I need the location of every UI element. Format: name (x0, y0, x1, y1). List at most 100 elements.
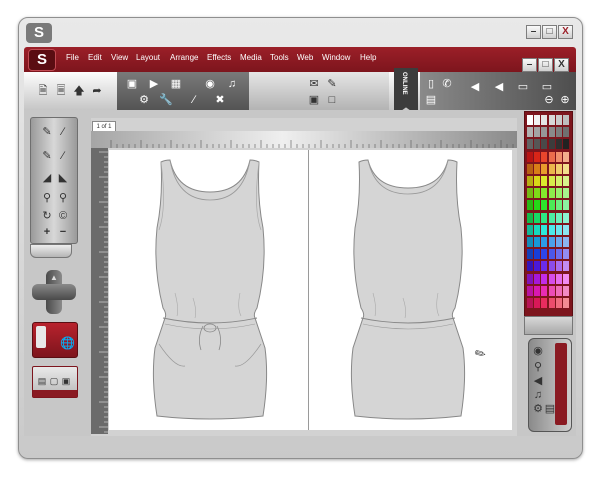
online-ribbon[interactable]: ONLINE (394, 68, 418, 116)
color-swatch[interactable] (541, 237, 548, 247)
color-swatch[interactable] (563, 115, 569, 125)
color-swatch[interactable] (541, 249, 548, 260)
color-swatch[interactable] (563, 249, 569, 260)
volume-high-icon[interactable]: ◀ (492, 81, 506, 93)
mobile-icon[interactable]: ▯ (424, 78, 438, 90)
color-swatch[interactable] (527, 261, 533, 272)
color-swatch[interactable] (563, 151, 569, 162)
menu-media[interactable]: Media (240, 53, 262, 62)
upload-icon[interactable]: 🡅 (72, 85, 86, 97)
mail-icon[interactable]: ✉ (307, 78, 321, 90)
menu-file[interactable]: File (66, 53, 79, 62)
color-swatch[interactable] (527, 188, 533, 199)
color-swatch[interactable] (541, 127, 548, 138)
navigation-pad[interactable]: ▲ (32, 270, 76, 314)
color-swatch[interactable] (563, 224, 569, 235)
window-icon[interactable]: ▤ (424, 94, 438, 106)
color-swatch[interactable] (541, 273, 548, 284)
volume-low-icon[interactable]: ◀ (468, 81, 482, 93)
play-icon[interactable]: ▶ (147, 78, 161, 90)
image-icon[interactable]: ▦ (169, 78, 183, 90)
camera-icon[interactable]: ◉ (531, 345, 545, 357)
color-swatch[interactable] (563, 261, 569, 272)
color-swatch[interactable] (555, 273, 562, 284)
color-swatch[interactable] (563, 188, 569, 199)
edit-icon[interactable]: ✎ (325, 78, 339, 90)
rotate-icon[interactable]: ↻ (40, 210, 54, 222)
color-swatch[interactable] (563, 200, 569, 211)
window-close-button[interactable]: X (558, 25, 573, 39)
color-swatch[interactable] (534, 188, 541, 199)
menu-help[interactable]: Help (360, 53, 376, 62)
color-swatch[interactable] (541, 200, 548, 211)
eraser-icon[interactable]: ∕ (56, 150, 70, 162)
color-swatch[interactable] (541, 212, 548, 223)
settings-icon[interactable]: ⚙ (137, 94, 151, 106)
tools-icon[interactable]: ✖ (213, 94, 227, 106)
wrench-icon[interactable]: 🔧 (159, 94, 173, 106)
color-swatch[interactable] (548, 273, 555, 284)
menu-effects[interactable]: Effects (207, 53, 231, 62)
color-swatch[interactable] (555, 115, 562, 125)
film-icon[interactable] (555, 343, 567, 425)
color-swatch[interactable] (541, 188, 548, 199)
color-swatch[interactable] (541, 115, 548, 125)
music-note-icon[interactable]: ♫ (531, 389, 545, 401)
lock-icon[interactable]: ▣ (307, 94, 321, 106)
left-ruler[interactable] (91, 148, 108, 434)
color-swatch[interactable] (534, 273, 541, 284)
color-swatch[interactable] (534, 115, 541, 125)
microphone-icon[interactable]: ⚲ (531, 361, 545, 373)
menubar-maximize-button[interactable]: □ (538, 58, 553, 72)
speaker-icon[interactable]: ◀ (531, 375, 545, 387)
color-swatch[interactable] (527, 273, 533, 284)
color-swatch[interactable] (527, 139, 533, 150)
color-swatch[interactable] (548, 115, 555, 125)
monitor-icon[interactable]: ▣ (125, 78, 139, 90)
window-maximize-button[interactable]: □ (542, 25, 557, 39)
media-widget[interactable]: ▤ ▢ ▣ (32, 366, 78, 398)
color-swatch[interactable] (527, 163, 533, 174)
color-swatch[interactable] (563, 176, 569, 186)
open-document-icon[interactable]: 🗏 (54, 85, 68, 97)
color-swatch[interactable] (548, 237, 555, 247)
color-swatch[interactable] (563, 139, 569, 150)
pencil-icon[interactable]: ✎ (40, 150, 54, 162)
color-swatch[interactable] (534, 163, 541, 174)
top-ruler[interactable] (91, 131, 517, 148)
color-swatch[interactable] (527, 224, 533, 235)
unlock-icon[interactable]: □ (325, 94, 339, 106)
color-swatch[interactable] (555, 163, 562, 174)
color-swatch[interactable] (534, 261, 541, 272)
color-swatch[interactable] (527, 200, 533, 211)
color-swatch[interactable] (555, 200, 562, 211)
menubar-minimize-button[interactable]: – (522, 58, 537, 72)
zoom-out-icon[interactable]: ⊖ (542, 94, 556, 106)
music-icon[interactable]: ♫ (225, 78, 239, 90)
color-swatch[interactable] (534, 237, 541, 247)
color-swatch[interactable] (548, 285, 555, 296)
color-swatch[interactable] (534, 151, 541, 162)
color-swatch[interactable] (555, 127, 562, 138)
color-swatch[interactable] (534, 224, 541, 235)
color-swatch[interactable] (534, 298, 541, 308)
color-swatch[interactable] (548, 249, 555, 260)
color-swatch[interactable] (548, 188, 555, 199)
color-swatch[interactable] (548, 139, 555, 150)
phone-icon[interactable]: ✆ (440, 78, 454, 90)
color-swatch[interactable] (527, 212, 533, 223)
menu-window[interactable]: Window (322, 53, 350, 62)
color-swatch[interactable] (563, 273, 569, 284)
color-swatch[interactable] (527, 127, 533, 138)
color-swatch[interactable] (563, 127, 569, 138)
color-swatch[interactable] (555, 261, 562, 272)
color-swatch[interactable] (541, 163, 548, 174)
screen-icon[interactable]: ▭ (540, 81, 554, 93)
color-swatch[interactable] (527, 115, 533, 125)
color-swatch[interactable] (527, 176, 533, 186)
color-swatch[interactable] (541, 176, 548, 186)
brush-icon[interactable]: ∕ (56, 126, 70, 138)
color-swatch[interactable] (548, 224, 555, 235)
color-swatch[interactable] (527, 237, 533, 247)
menu-edit[interactable]: Edit (88, 53, 102, 62)
